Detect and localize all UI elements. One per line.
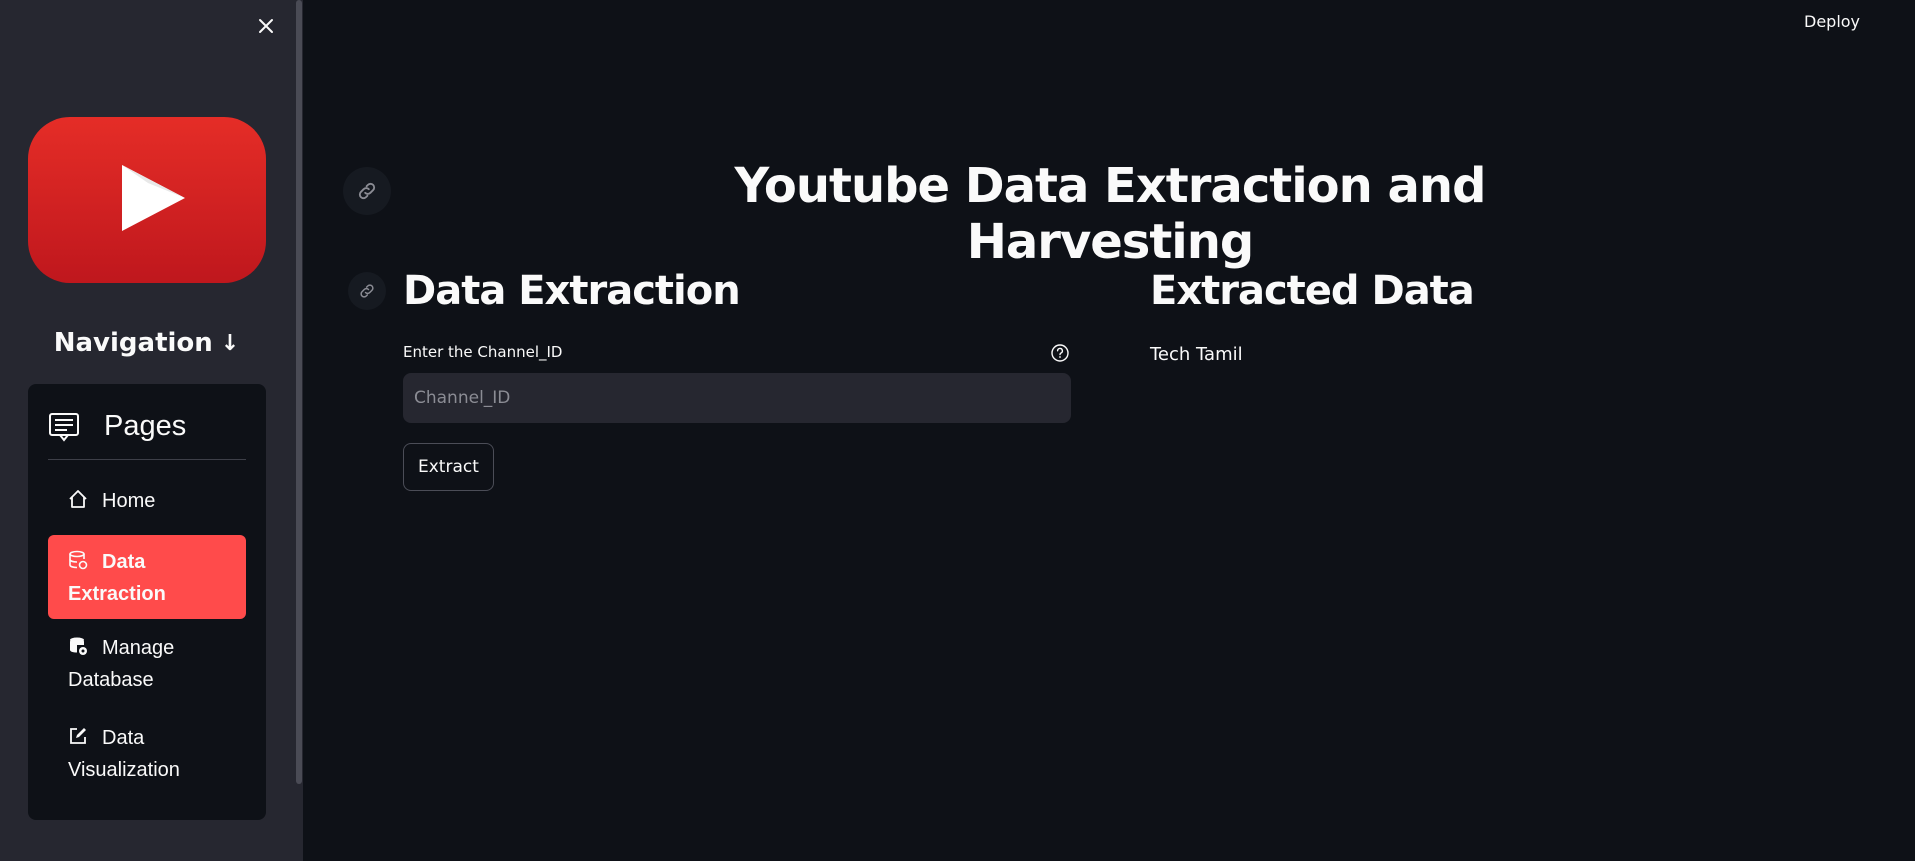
sidebar: Navigation ↓ Pages Home Data Extraction … [0, 0, 303, 861]
link-icon [360, 284, 374, 298]
navigation-heading: Navigation ↓ [0, 328, 293, 358]
link-icon [358, 182, 376, 200]
pages-divider [48, 459, 246, 460]
title-anchor-link[interactable] [343, 167, 391, 215]
channel-id-input[interactable] [403, 373, 1071, 423]
youtube-logo [28, 117, 266, 287]
home-icon [68, 488, 88, 518]
database-settings-icon [68, 635, 88, 665]
pages-title: Pages [104, 410, 187, 442]
extract-button[interactable]: Extract [403, 443, 494, 491]
page-title: Youtube Data Extraction and Harvesting [734, 158, 1487, 270]
pages-menu: Pages Home Data Extraction Manage Databa… [28, 384, 266, 820]
database-icon [68, 549, 88, 579]
sidebar-item-manage-database[interactable]: Manage Database [48, 633, 246, 695]
sidebar-scrollbar[interactable] [296, 0, 302, 784]
deploy-button[interactable]: Deploy [1804, 12, 1860, 31]
arrow-down-icon: ↓ [220, 330, 240, 356]
close-icon [259, 19, 273, 33]
pages-icon [49, 412, 79, 442]
sidebar-item-data-visualization[interactable]: Data Visualization [48, 723, 246, 785]
pages-header: Pages [48, 410, 186, 443]
sidebar-item-data-extraction[interactable]: Data Extraction [48, 535, 246, 619]
sidebar-item-label: Home [102, 490, 156, 512]
section-anchor-link[interactable] [348, 272, 386, 310]
edit-icon [68, 725, 88, 755]
close-sidebar-button[interactable] [252, 12, 280, 40]
help-icon[interactable] [1050, 343, 1070, 363]
channel-id-label: Enter the Channel_ID [403, 343, 563, 361]
extracted-data-heading: Extracted Data [1150, 268, 1475, 314]
data-extraction-heading: Data Extraction [403, 268, 741, 314]
sidebar-item-home[interactable]: Home [48, 486, 246, 518]
navigation-heading-text: Navigation [53, 328, 213, 358]
extracted-channel-name: Tech Tamil [1150, 344, 1243, 365]
